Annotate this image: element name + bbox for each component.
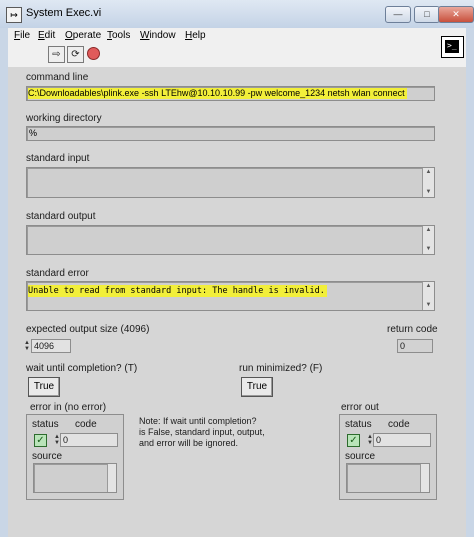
vi-window: ↦ System Exec.vi — □ ✕ File Edit Operate…	[0, 0, 474, 537]
error-out-cluster: status code ✓ ▲ ▼ 0 source	[339, 414, 437, 500]
standard-input-scrollbar[interactable]: ▲ ▼	[422, 168, 434, 197]
error-in-source-label: source	[32, 451, 63, 462]
error-in-label: error in (no error)	[30, 402, 107, 413]
standard-error-scrollbar[interactable]: ▲ ▼	[422, 282, 434, 310]
menu-operate[interactable]: Operate	[65, 30, 101, 41]
error-in-code-input[interactable]: 0	[60, 433, 118, 447]
menu-tools[interactable]: Tools	[107, 30, 130, 41]
error-out-source-label: source	[345, 451, 376, 462]
error-in-cluster: status code ✓ ▲ ▼ 0 source	[26, 414, 124, 500]
return-code-label: return code	[387, 324, 438, 335]
terminal-icon: >_	[445, 40, 459, 53]
close-icon[interactable]: ✕	[438, 6, 474, 23]
title-bar[interactable]: ↦ System Exec.vi — □ ✕	[0, 0, 474, 28]
error-in-status-label: status	[32, 419, 59, 430]
error-out-code-label: code	[388, 419, 410, 430]
error-in-status-checkbox[interactable]: ✓	[34, 434, 47, 447]
wait-until-completion-toggle[interactable]: True	[28, 377, 60, 397]
standard-error-value: Unable to read from standard input: The …	[28, 285, 327, 297]
menu-file[interactable]: File	[14, 30, 30, 41]
vi-connector-icon[interactable]: >_	[441, 36, 464, 58]
working-directory-field[interactable]: %	[26, 126, 435, 141]
error-out-code-indicator: 0	[373, 433, 431, 447]
error-out-status-indicator: ✓	[347, 434, 360, 447]
menu-edit[interactable]: Edit	[38, 30, 55, 41]
front-panel: command line C:\Downloadables\plink.exe …	[8, 67, 466, 537]
run-minimized-label: run minimized? (F)	[239, 363, 323, 374]
scroll-up-icon[interactable]: ▲	[423, 226, 434, 235]
expected-output-size-label: expected output size (4096)	[26, 324, 150, 335]
error-out-source-scrollbar[interactable]	[420, 464, 429, 492]
menu-help[interactable]: Help	[185, 30, 206, 41]
command-line-field[interactable]: C:\Downloadables\plink.exe -ssh LTEhw@10…	[26, 86, 435, 101]
scroll-down-icon[interactable]: ▼	[423, 301, 434, 310]
menu-window[interactable]: Window	[140, 30, 176, 41]
command-line-value: C:\Downloadables\plink.exe -ssh LTEhw@10…	[28, 88, 407, 99]
increment-arrows-icon[interactable]: ▲ ▼	[24, 340, 30, 352]
standard-output-scrollbar[interactable]: ▲ ▼	[422, 226, 434, 254]
scroll-down-icon[interactable]: ▼	[423, 188, 434, 197]
standard-input-label: standard input	[26, 153, 90, 164]
error-out-status-label: status	[345, 419, 372, 430]
standard-input-field[interactable]: ▲ ▼	[26, 167, 435, 198]
scroll-up-icon[interactable]: ▲	[423, 168, 434, 177]
error-in-source-field[interactable]	[33, 463, 117, 493]
stop-circle-icon	[87, 47, 100, 60]
standard-output-label: standard output	[26, 211, 96, 222]
error-out-source-field	[346, 463, 430, 493]
run-arrow-icon[interactable]: ⇨	[48, 46, 65, 63]
error-in-code-label: code	[75, 419, 97, 430]
run-continuously-icon[interactable]: ⟳	[67, 46, 84, 63]
standard-error-label: standard error	[26, 268, 89, 279]
maximize-icon[interactable]: □	[414, 6, 440, 23]
return-code-indicator: 0	[397, 339, 433, 353]
working-directory-label: working directory	[26, 113, 102, 124]
working-directory-value: %	[29, 128, 38, 138]
note-text: Note: If wait until completion? is False…	[139, 416, 265, 448]
minimize-icon[interactable]: —	[385, 6, 411, 23]
toolbar: ⇨ ⟳	[8, 43, 466, 68]
window-title: System Exec.vi	[26, 7, 102, 19]
standard-error-field[interactable]: Unable to read from standard input: The …	[26, 281, 435, 311]
menu-bar: File Edit Operate Tools Window Help	[8, 28, 466, 43]
error-out-label: error out	[341, 402, 379, 413]
expected-output-size-input[interactable]: 4096	[31, 339, 71, 353]
scroll-up-icon[interactable]: ▲	[423, 282, 434, 291]
abort-stop-icon[interactable]	[86, 46, 101, 61]
wait-until-completion-label: wait until completion? (T)	[26, 363, 138, 374]
run-minimized-toggle[interactable]: True	[241, 377, 273, 397]
command-line-label: command line	[26, 72, 89, 83]
standard-output-field[interactable]: ▲ ▼	[26, 225, 435, 255]
scroll-down-icon[interactable]: ▼	[423, 245, 434, 254]
labview-vi-icon: ↦	[6, 7, 22, 23]
error-in-source-scrollbar[interactable]	[107, 464, 116, 492]
